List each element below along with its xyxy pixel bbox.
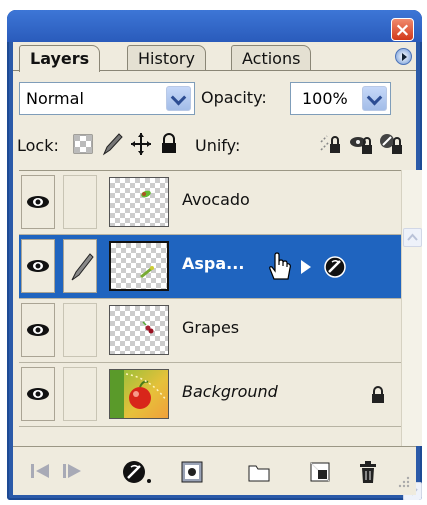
visibility-toggle[interactable] xyxy=(21,303,55,357)
layer-row-grapes[interactable]: Grapes xyxy=(19,299,401,363)
layer-name: Avocado xyxy=(182,190,250,209)
layer-style-icon[interactable] xyxy=(323,255,347,279)
tab-actions[interactable]: Actions xyxy=(231,45,312,71)
previous-frame-icon[interactable] xyxy=(29,461,51,481)
grapes-thumbnail-image xyxy=(142,321,154,334)
blend-mode-select[interactable]: Normal xyxy=(19,82,195,115)
opacity-field[interactable]: 100% xyxy=(290,82,391,115)
layer-name: Grapes xyxy=(182,318,240,337)
eye-icon xyxy=(27,196,49,208)
paint-brush-icon xyxy=(71,253,94,281)
lock-position-icon[interactable] xyxy=(130,132,152,156)
opacity-value: 100% xyxy=(302,89,348,108)
close-button[interactable]: × xyxy=(391,18,414,41)
layer-link-cell[interactable] xyxy=(63,367,97,421)
layer-link-cell[interactable] xyxy=(63,303,97,357)
palette-tabs: Actions History Layers xyxy=(13,42,416,72)
layer-name: Background xyxy=(182,382,278,401)
eye-icon xyxy=(27,388,49,400)
trash-icon[interactable] xyxy=(357,459,379,485)
layer-row-background[interactable]: Background xyxy=(19,363,401,427)
eye-icon xyxy=(27,260,49,272)
lock-icon xyxy=(372,386,384,403)
tab-layers[interactable]: Layers xyxy=(19,45,101,72)
resize-grip-icon[interactable] xyxy=(395,473,411,489)
lock-image-pixels-icon[interactable] xyxy=(101,132,123,156)
lock-label: Lock: xyxy=(17,136,59,155)
new-layer-set-icon[interactable] xyxy=(247,461,271,483)
layer-row-asparagus[interactable]: Aspa... xyxy=(19,235,401,299)
chevron-up-icon xyxy=(407,233,418,241)
layers-palette-window: × Actions History Layers Normal Opacity:… xyxy=(7,10,422,500)
layer-thumbnail[interactable] xyxy=(109,177,169,227)
layer-name: Aspa... xyxy=(182,254,245,273)
chevron-down-icon[interactable] xyxy=(166,86,191,111)
layer-edit-cell[interactable] xyxy=(63,239,97,293)
layers-bottom-toolbar xyxy=(13,446,416,495)
add-layer-mask-icon[interactable] xyxy=(181,461,203,483)
avocado-thumbnail-image xyxy=(141,190,151,198)
lock-all-icon[interactable] xyxy=(159,133,179,155)
lock-transparent-pixels-icon[interactable] xyxy=(73,134,93,154)
asparagus-thumbnail-image xyxy=(140,266,154,279)
layer-thumbnail[interactable] xyxy=(109,241,169,291)
unify-style-icon[interactable] xyxy=(379,132,403,156)
eye-icon xyxy=(27,324,49,336)
chevron-down-icon[interactable] xyxy=(362,86,387,111)
create-new-layer-icon[interactable] xyxy=(309,461,331,483)
layer-link-cell[interactable] xyxy=(63,175,97,229)
title-bar[interactable]: × xyxy=(7,10,422,42)
layer-thumbnail[interactable] xyxy=(109,369,169,419)
unify-label: Unify: xyxy=(195,136,241,155)
add-layer-style-icon[interactable] xyxy=(121,459,155,485)
opacity-label: Opacity: xyxy=(201,88,267,107)
unify-position-icon[interactable] xyxy=(319,132,343,156)
visibility-toggle[interactable] xyxy=(21,367,55,421)
visibility-toggle[interactable] xyxy=(21,175,55,229)
layer-thumbnail[interactable] xyxy=(109,305,169,355)
next-frame-icon[interactable] xyxy=(61,461,83,481)
background-thumbnail-image xyxy=(110,370,167,418)
layers-list: Avocado Aspa... Grapes Background xyxy=(19,170,401,447)
layer-row-avocado[interactable]: Avocado xyxy=(19,171,401,235)
layers-panel: Actions History Layers Normal Opacity: 1… xyxy=(13,42,422,500)
layers-scrollbar[interactable] xyxy=(401,170,422,500)
visibility-toggle[interactable] xyxy=(21,239,55,293)
blend-mode-value: Normal xyxy=(26,89,84,108)
unify-visibility-icon[interactable] xyxy=(349,132,373,156)
expand-effects-icon[interactable] xyxy=(299,258,313,276)
hand-cursor-icon xyxy=(269,252,291,280)
scroll-up-button[interactable] xyxy=(403,228,422,247)
tab-history[interactable]: History xyxy=(127,45,206,71)
palette-menu-button[interactable] xyxy=(395,48,412,65)
